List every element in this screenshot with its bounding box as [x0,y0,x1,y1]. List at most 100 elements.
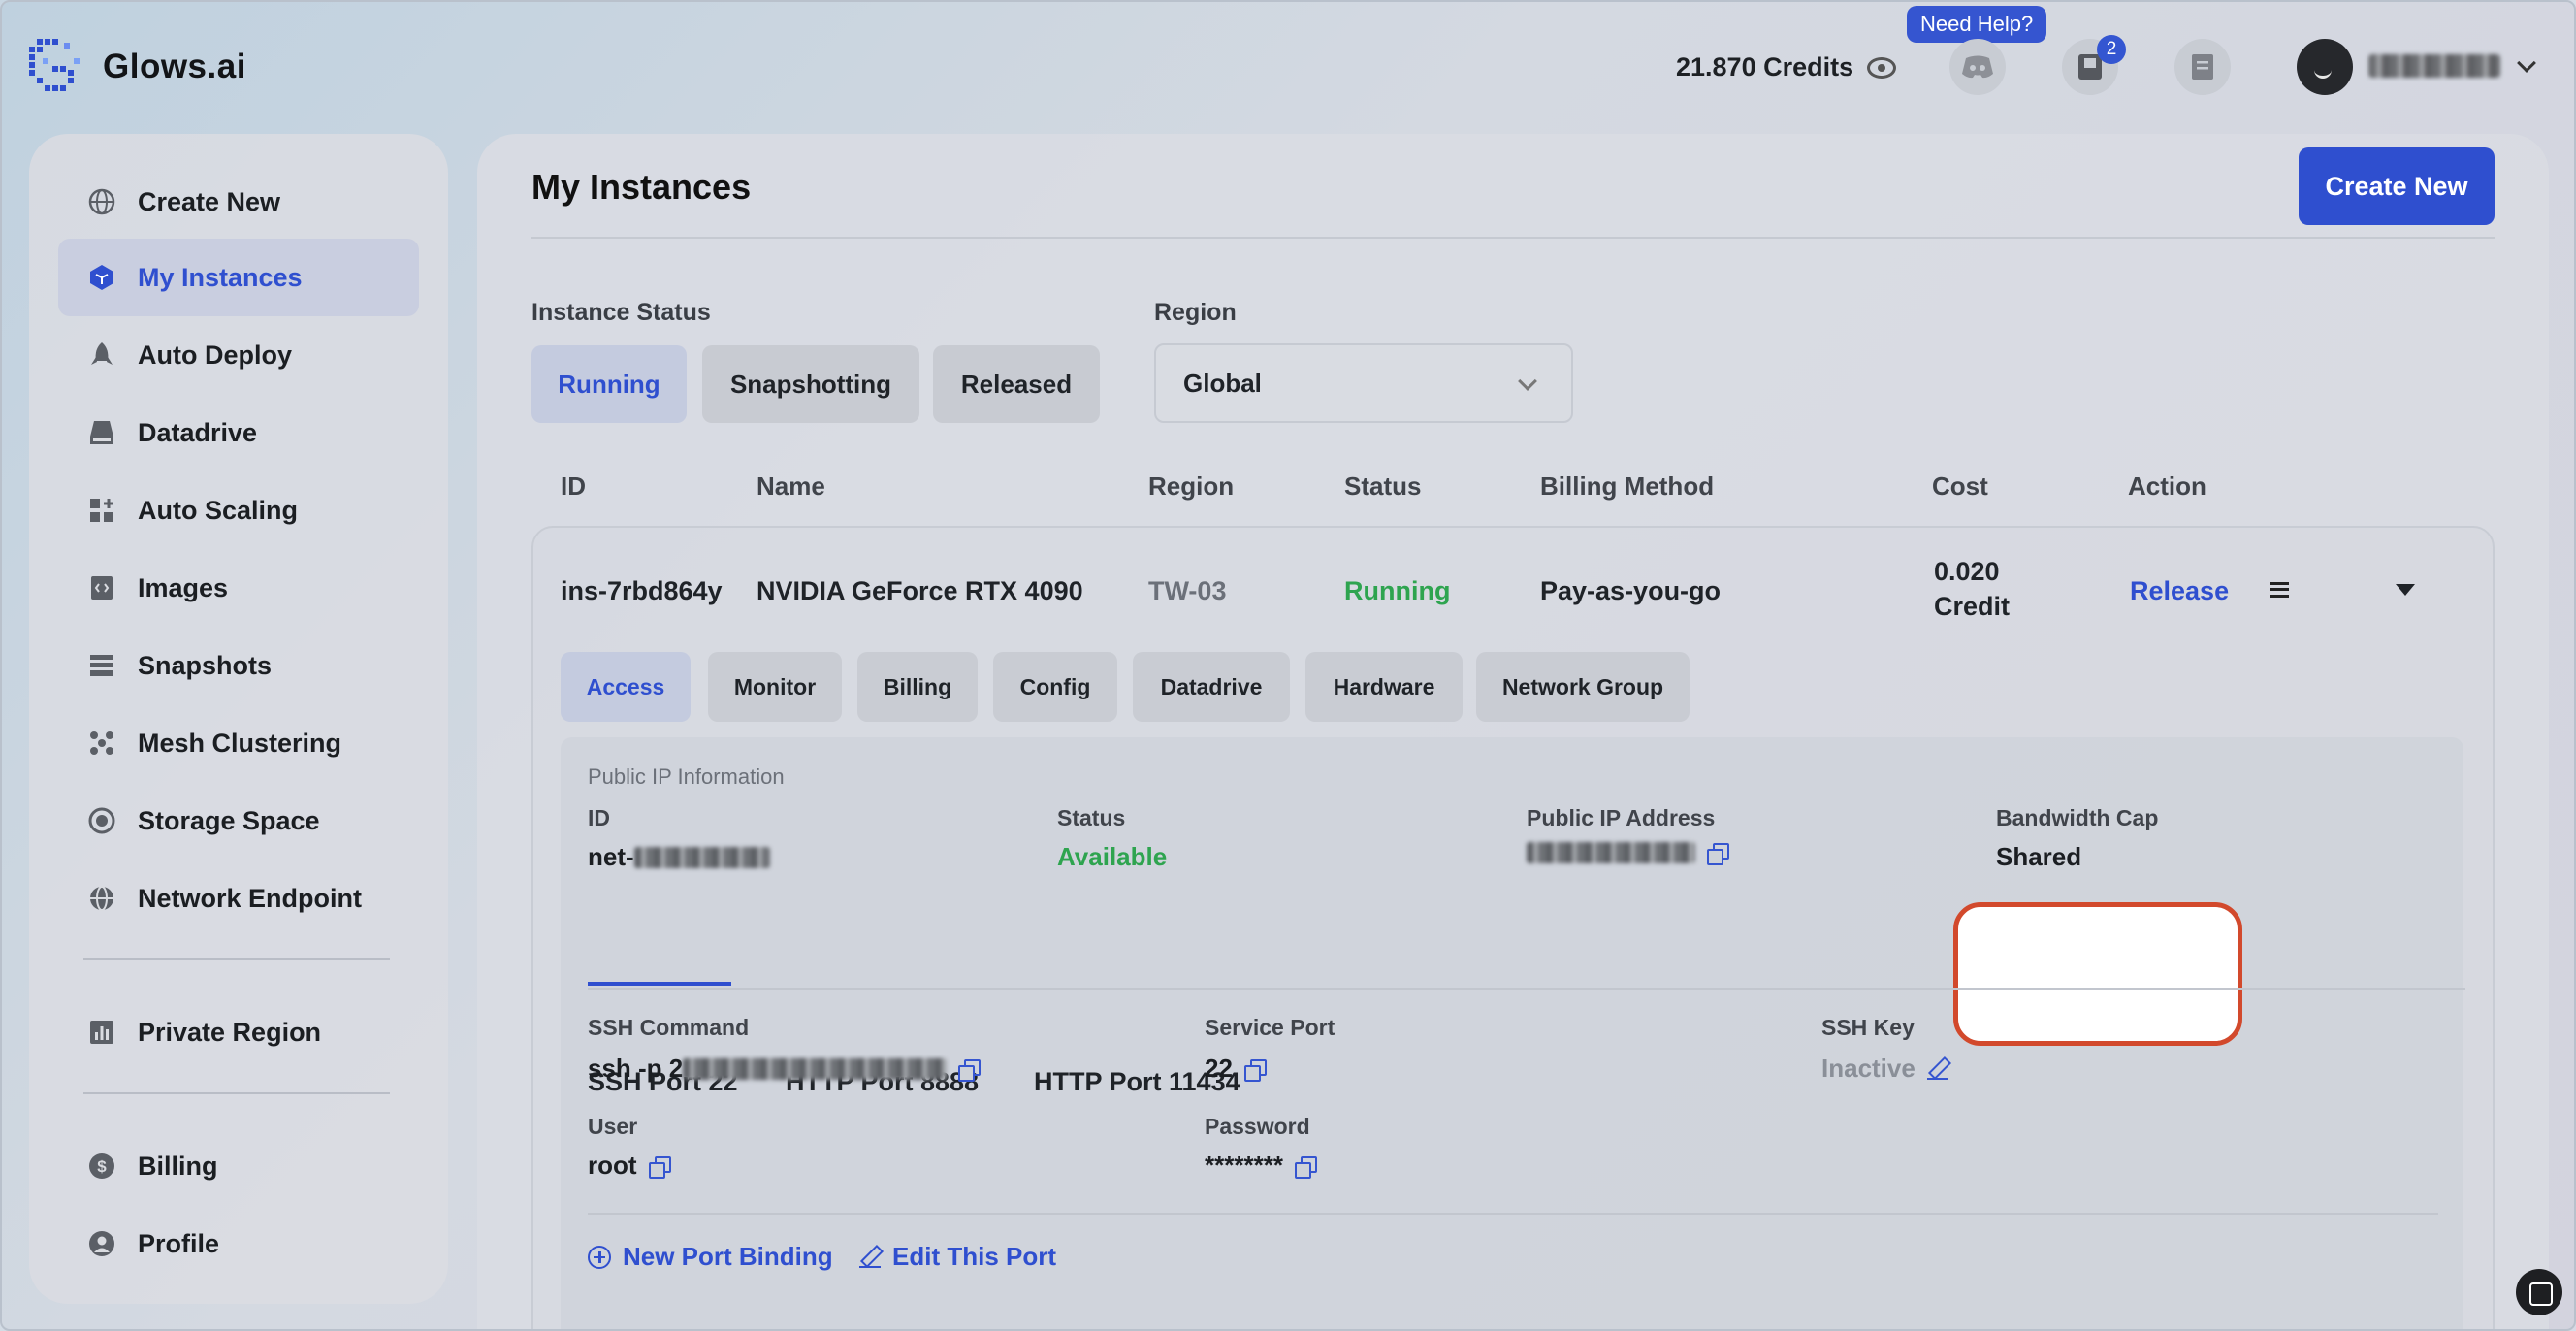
sidebar-item-label: Network Endpoint [138,883,362,913]
glows-logo-icon [29,39,80,91]
region-label: Region [1154,299,1237,326]
sidebar-item-network-endpoint[interactable]: Network Endpoint [58,860,419,937]
table-header-region: Region [1148,471,1235,501]
docs-button[interactable] [2174,39,2231,95]
sidebar-item-auto-deploy[interactable]: Auto Deploy [58,316,419,394]
table-header-status: Status [1344,471,1422,501]
storage-icon [87,806,116,835]
credits-display: 21.870 Credits [1676,52,1897,82]
tab-monitor[interactable]: Monitor [708,652,842,722]
public-ip-id-value: net- [588,842,770,872]
public-ip-address-label: Public IP Address [1527,805,1716,830]
instance-cost-value: 0.020 [1934,557,2000,586]
sidebar: Create New My Instances Auto Deploy Data… [29,134,448,1304]
app-window: Glows.ai 21.870 Credits Need Help? 2 Cre… [0,0,2576,1331]
screenshot-tool-icon[interactable] [2516,1269,2562,1315]
status-filter-released[interactable]: Released [933,345,1100,423]
copy-icon[interactable] [1294,1155,1317,1179]
sidebar-item-datadrive[interactable]: Datadrive [58,394,419,471]
copy-icon[interactable] [958,1058,982,1082]
plus-circle-icon [588,1245,611,1269]
page-title: My Instances [531,167,752,207]
table-header-action: Action [2128,471,2206,501]
ssh-key-label: SSH Key [1821,1015,1915,1040]
sidebar-item-label: Billing [138,1151,218,1181]
sidebar-item-label: Profile [138,1228,220,1258]
public-ip-highlight [1953,902,2242,1046]
ssh-command-prefix: ssh -p 2 [588,1054,684,1083]
sidebar-item-label: Auto Scaling [138,495,299,525]
menu-icon[interactable] [2270,582,2289,598]
instance-cost-unit: Credit [1934,592,2011,621]
table-header-id: ID [561,471,586,501]
sidebar-item-billing[interactable]: $ Billing [58,1127,419,1205]
new-port-binding-label: New Port Binding [623,1242,833,1271]
cluster-icon [87,729,116,758]
sidebar-item-label: Snapshots [138,650,273,680]
tab-network-group[interactable]: Network Group [1476,652,1690,722]
password-label: Password [1205,1114,1310,1139]
sidebar-item-label: Datadrive [138,417,258,447]
avatar[interactable] [2297,39,2353,95]
status-filter-running[interactable]: Running [531,345,687,423]
password-value: ******** [1205,1151,1317,1181]
actions-divider [588,1213,2438,1215]
bar-chart-icon [87,1018,116,1047]
main-content: My Instances Create New Instance Status … [477,134,2549,1329]
sidebar-item-auto-scaling[interactable]: Auto Scaling [58,471,419,549]
port-tabs-divider [588,988,2465,990]
public-ip-id-label: ID [588,805,610,830]
sidebar-item-images[interactable]: Images [58,549,419,627]
tab-datadrive[interactable]: Datadrive [1133,652,1290,722]
eye-icon[interactable] [1867,56,1897,79]
copy-icon[interactable] [1243,1058,1267,1082]
status-filter-snapshotting[interactable]: Snapshotting [702,345,919,423]
sidebar-item-snapshots[interactable]: Snapshots [58,627,419,704]
sidebar-item-storage-space[interactable]: Storage Space [58,782,419,860]
ssh-key-status: Inactive [1821,1054,1916,1083]
tab-config[interactable]: Config [993,652,1117,722]
sidebar-item-label: Mesh Clustering [138,728,342,758]
service-port-label: Service Port [1205,1015,1336,1040]
public-ip-section-title: Public IP Information [588,764,785,789]
chevron-down-icon[interactable] [2517,53,2536,73]
create-new-button[interactable]: Create New [2299,147,2495,225]
sidebar-item-label: Create New [138,186,281,216]
edit-pencil-icon[interactable] [1926,1058,1948,1080]
tab-hardware[interactable]: Hardware [1305,652,1463,722]
image-code-icon [87,573,116,602]
logo[interactable]: Glows.ai [29,39,246,95]
table-header-cost: Cost [1932,471,1988,501]
public-ip-id-prefix: net- [588,842,634,871]
collapse-caret-icon[interactable] [2396,584,2415,596]
user-value: root [588,1151,671,1181]
tab-billing[interactable]: Billing [857,652,978,722]
tab-access[interactable]: Access [561,652,691,722]
edit-port-button[interactable]: Edit This Port [859,1242,1056,1272]
sidebar-item-create-new[interactable]: Create New [58,163,419,241]
ssh-command-label: SSH Command [588,1015,750,1040]
drive-icon [87,418,116,447]
archive-icon [87,651,116,680]
sidebar-item-private-region[interactable]: Private Region [58,993,419,1071]
sidebar-item-my-instances[interactable]: My Instances [58,239,419,316]
region-select-value: Global [1183,368,1262,398]
public-ip-address-value [1527,842,1729,865]
release-button[interactable]: Release [2130,576,2229,606]
table-header-name: Name [757,471,825,501]
sidebar-item-label: My Instances [138,262,303,292]
table-header-billing-method: Billing Method [1540,471,1715,501]
discord-button[interactable] [1949,39,2006,95]
sidebar-item-mesh-clustering[interactable]: Mesh Clustering [58,704,419,782]
copy-icon[interactable] [648,1155,671,1179]
copy-icon[interactable] [1707,843,1729,865]
rocket-icon [87,341,116,370]
username-redacted[interactable] [2368,54,2500,78]
new-port-binding-button[interactable]: New Port Binding [588,1242,833,1272]
sidebar-item-profile[interactable]: Profile [58,1205,419,1282]
instance-status: Running [1344,576,1451,605]
need-help-tooltip[interactable]: Need Help? [1907,6,2047,43]
service-port-value: 22 [1205,1054,1267,1084]
password-masked: ******** [1205,1151,1283,1180]
region-select[interactable]: Global [1154,343,1573,423]
